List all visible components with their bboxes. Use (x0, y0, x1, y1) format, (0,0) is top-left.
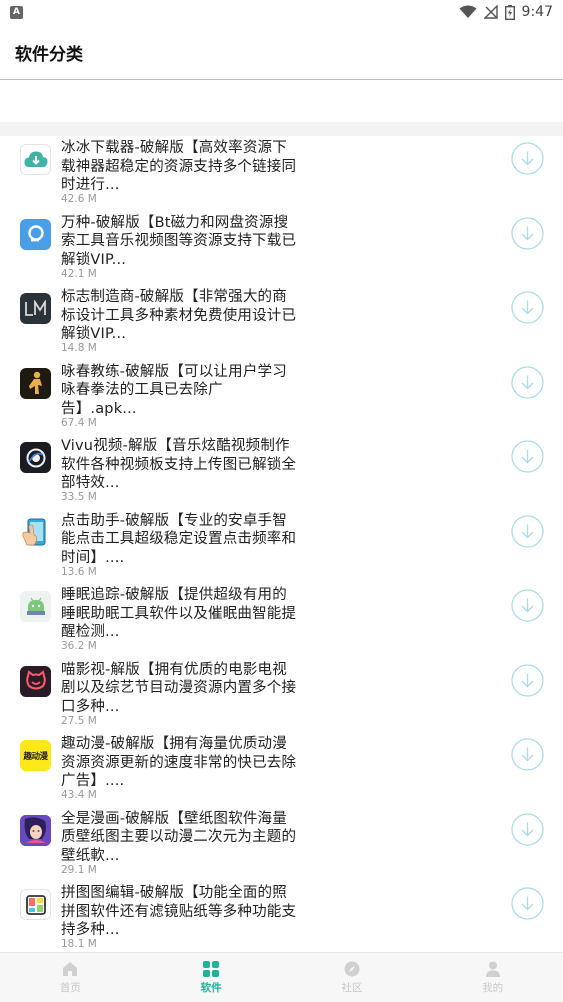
vivu-video-app-icon (20, 442, 51, 473)
logo-maker-app-icon (20, 293, 51, 324)
app-title: 喵影视-解版【拥有优质的电影电视剧以及综艺节目动漫资源内置多个接口多种... (61, 661, 297, 715)
qu-anime-logo-text: 趣动漫 (23, 751, 48, 762)
list-item[interactable]: 点击助手-破解版【专业的安卓手智能点击工具超级稳定设置点击频率和时间】.... … (0, 509, 563, 584)
wifi-icon (459, 5, 477, 18)
app-size: 42.6 M (61, 193, 97, 205)
cloud-download-app-icon (20, 144, 51, 175)
download-icon[interactable] (511, 365, 544, 399)
app-bar: 软件分类 (0, 24, 563, 80)
app-size: 42.1 M (61, 267, 97, 280)
list-item[interactable]: Vivu视频-解版【音乐炫酷视频制作软件各种视频板支持上传图已解锁全部特效...… (0, 434, 563, 509)
app-size: 27.5 M (61, 714, 97, 727)
download-icon[interactable] (511, 291, 544, 324)
puzzle-editor-app-icon (20, 889, 51, 920)
sleep-tracker-app-icon (20, 591, 51, 622)
download-icon[interactable] (511, 663, 544, 697)
list-item[interactable]: 万种-破解版【Bt磁力和网盘资源搜索工具音乐视频图等资源支持下载已解锁VIP..… (0, 211, 563, 286)
download-icon[interactable] (511, 440, 544, 473)
list-item[interactable]: 咏春教练-破解版【可以让用户学习咏春拳法的工具已去除广告】.apk... 67.… (0, 360, 563, 435)
tab-label: 社区 (341, 982, 363, 994)
list-item[interactable]: 睡眠追踪-破解版【提供超级有用的睡眠助眠工具软件以及催眠曲智能提醒检测... 3… (0, 583, 563, 658)
tab-home[interactable]: 首页 (0, 953, 141, 1002)
app-title: 万种-破解版【Bt磁力和网盘资源搜索工具音乐视频图等资源支持下载已解锁VIP..… (61, 214, 297, 268)
tab-label: 我的 (482, 982, 504, 994)
app-title: 冰冰下载器-破解版【高效率资源下载神器超稳定的资源支持多个链接同时进行... (61, 140, 297, 194)
section-divider (0, 122, 563, 136)
tab-community[interactable]: 社区 (282, 953, 423, 1002)
app-title: Vivu视频-解版【音乐炫酷视频制作软件各种视频板支持上传图已解锁全部特效... (61, 438, 297, 492)
app-title: 拼图图编辑-破解版【功能全面的照拼图软件还有滤镜贴纸等多种功能支持多种... (61, 885, 297, 939)
app-title: 点击助手-破解版【专业的安卓手智能点击工具超级稳定设置点击频率和时间】.... (61, 512, 297, 566)
download-icon[interactable] (511, 887, 544, 920)
page-title: 软件分类 (15, 45, 83, 65)
app-size: 33.5 M (61, 491, 97, 503)
compass-icon (344, 961, 360, 977)
list-item[interactable]: 喵影视-解版【拥有优质的电影电视剧以及综艺节目动漫资源内置多个接口多种... 2… (0, 658, 563, 733)
search-app-icon (20, 218, 51, 250)
app-size: 36.2 M (61, 640, 97, 652)
apps-grid-icon (203, 961, 220, 977)
app-title: 睡眠追踪-破解版【提供超级有用的睡眠助眠工具软件以及催眠曲智能提醒检测... (61, 587, 297, 641)
no-signal-icon (483, 5, 498, 19)
comic-app-icon (20, 814, 51, 846)
notification-icon: A (10, 5, 23, 19)
list-item[interactable]: 标志制造商-破解版【非常强大的商标设计工具多种素材免费使用设计已解锁VIP...… (0, 285, 563, 360)
list-item[interactable]: 拼图图编辑-破解版【功能全面的照拼图软件还有滤镜贴纸等多种功能支持多种... 1… (0, 881, 563, 956)
status-bar: A 9:47 (0, 0, 563, 24)
download-icon[interactable] (511, 812, 544, 846)
download-icon[interactable] (511, 514, 544, 548)
app-size: 14.8 M (61, 342, 97, 354)
app-title: 趣动漫-破解版【拥有海量优质动漫资源资源更新的速度非常的快已去除广告】.... (61, 736, 297, 790)
wing-chun-app-icon (20, 367, 51, 399)
app-title: 标志制造商-破解版【非常强大的商标设计工具多种素材免费使用设计已解锁VIP... (61, 289, 297, 343)
cat-video-app-icon (20, 665, 51, 697)
download-icon[interactable] (511, 738, 544, 771)
bottom-tab-bar: 首页 软件 社区 我的 (0, 952, 563, 1002)
qu-anime-app-icon: 趣动漫 (20, 740, 51, 771)
list-item[interactable]: 趣动漫 趣动漫-破解版【拥有海量优质动漫资源资源更新的速度非常的快已去除广告】.… (0, 732, 563, 807)
battery-icon (504, 4, 515, 20)
list-item[interactable]: 冰冰下载器-破解版【高效率资源下载神器超稳定的资源支持多个链接同时进行... 4… (0, 136, 563, 211)
app-size: 18.1 M (61, 938, 97, 950)
user-icon (485, 961, 500, 977)
tab-software[interactable]: 软件 (141, 953, 282, 1002)
app-size: 29.1 M (61, 863, 97, 876)
app-size: 13.6 M (61, 565, 97, 578)
list-item[interactable]: 全是漫画-破解版【壁纸图软件海量质壁纸图主要以动漫二次元为主题的壁纸軟... 2… (0, 807, 563, 882)
tab-label: 软件 (200, 982, 222, 994)
app-size: 43.4 M (61, 789, 97, 801)
clock: 9:47 (521, 4, 553, 20)
tab-label: 首页 (59, 982, 81, 994)
download-icon[interactable] (511, 589, 544, 622)
download-icon[interactable] (511, 142, 544, 175)
download-icon[interactable] (511, 216, 544, 250)
app-title: 全是漫画-破解版【壁纸图软件海量质壁纸图主要以动漫二次元为主题的壁纸軟... (61, 810, 297, 864)
tab-mine[interactable]: 我的 (422, 953, 563, 1002)
app-size: 67.4 M (61, 416, 97, 429)
app-list: 冰冰下载器-破解版【高效率资源下载神器超稳定的资源支持多个链接同时进行... 4… (0, 136, 563, 956)
app-title: 咏春教练-破解版【可以让用户学习咏春拳法的工具已去除广告】.apk... (61, 363, 287, 417)
home-icon (63, 962, 78, 976)
click-assistant-app-icon (20, 516, 51, 548)
